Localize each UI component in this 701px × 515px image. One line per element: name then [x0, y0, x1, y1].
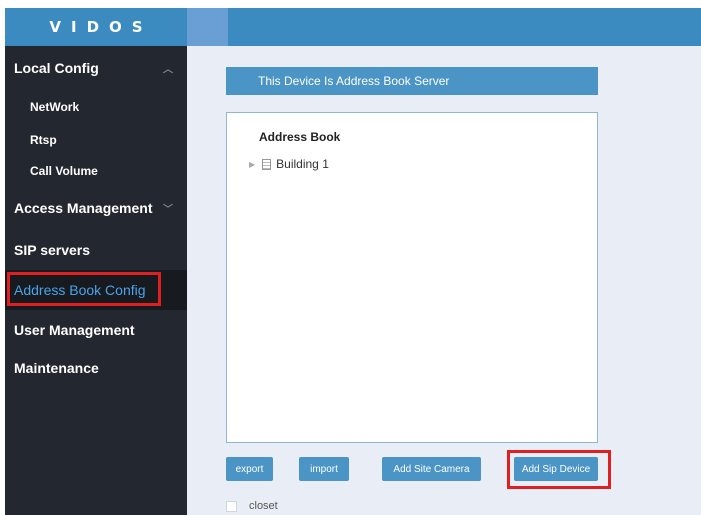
brand-logo-bar: VIDOS [5, 8, 187, 46]
sidebar-item-network[interactable]: NetWork [5, 93, 187, 121]
sidebar-item-label: Maintenance [14, 360, 99, 376]
sidebar-item-label: Local Config [14, 60, 99, 76]
panel-title: Address Book [259, 130, 341, 144]
caret-right-icon[interactable]: ▶ [249, 160, 255, 169]
building-icon [262, 158, 272, 170]
tree-node-building-1[interactable]: ▶ Building 1 [249, 157, 329, 171]
sidebar-item-rtsp[interactable]: Rtsp [5, 126, 187, 154]
sidebar-item-label: Call Volume [30, 164, 98, 178]
brand-logo: VIDOS [49, 18, 153, 36]
sidebar-item-sip-servers[interactable]: SIP servers [5, 230, 187, 270]
sidebar-item-label: Rtsp [30, 133, 57, 147]
highlight-box-address-book-config [7, 272, 161, 306]
add-site-camera-button[interactable]: Add Site Camera [382, 457, 481, 481]
closet-option[interactable]: closet [226, 500, 278, 512]
chevron-up-icon: ︿ [163, 64, 173, 76]
export-button[interactable]: export [226, 457, 273, 481]
top-header-bar [228, 8, 701, 46]
sidebar-item-label: NetWork [30, 100, 80, 114]
import-button[interactable]: import [299, 457, 349, 481]
closet-label: closet [249, 500, 278, 512]
header-accent [187, 8, 228, 46]
server-status-banner: This Device Is Address Book Server [226, 67, 598, 95]
sidebar-item-label: Access Management [14, 200, 153, 216]
chevron-down-icon: ﹀ [163, 204, 173, 216]
sidebar-item-call-volume[interactable]: Call Volume [5, 157, 187, 185]
sidebar-item-user-management[interactable]: User Management [5, 310, 187, 350]
sidebar-item-maintenance[interactable]: Maintenance [5, 348, 187, 388]
sidebar-item-local-config[interactable]: Local Config ︿ [5, 46, 187, 90]
highlight-box-add-sip-device [507, 450, 611, 489]
sidebar-item-access-management[interactable]: Access Management ﹀ [5, 188, 187, 228]
sidebar-item-label: User Management [14, 322, 135, 338]
tree-node-label: Building 1 [276, 157, 329, 171]
closet-checkbox[interactable] [226, 500, 237, 512]
sidebar-item-label: SIP servers [14, 242, 91, 258]
address-book-panel: Address Book ▶ Building 1 [226, 112, 598, 443]
